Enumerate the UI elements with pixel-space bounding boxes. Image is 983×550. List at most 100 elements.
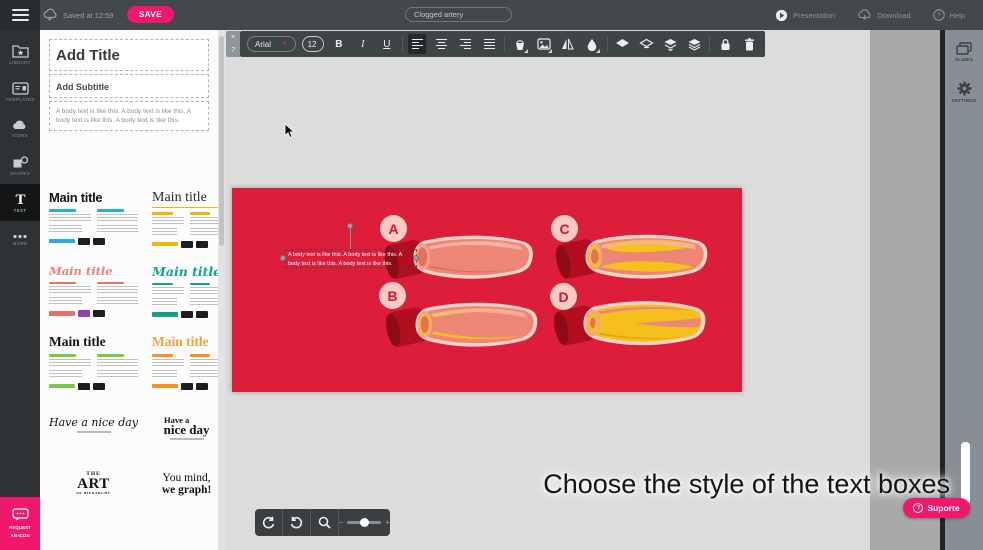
svg-text:T: T <box>15 192 25 206</box>
undo-button[interactable] <box>283 509 311 536</box>
flip-button[interactable] <box>559 34 577 54</box>
add-body-text-item[interactable]: A body text is like this. A body text is… <box>49 101 209 131</box>
download-button[interactable]: Download <box>857 9 910 22</box>
align-center-button[interactable] <box>432 34 450 54</box>
align-right-button[interactable] <box>456 34 474 54</box>
style-template-nice-day-stacked[interactable]: Have anice day <box>150 414 223 442</box>
style-template-script-pink[interactable]: Main title <box>47 262 140 321</box>
toolbar-close-button[interactable]: × <box>231 34 235 41</box>
send-to-back-button[interactable] <box>661 34 679 54</box>
style-template-the-art[interactable]: THEARTOF HIERARCHY <box>47 470 140 498</box>
cloud-download-icon <box>857 9 872 22</box>
add-subtitle-item[interactable]: Add Subtitle <box>49 74 209 98</box>
shapes-icon <box>12 156 29 169</box>
bring-forward-button[interactable] <box>613 34 631 54</box>
bring-to-front-button[interactable] <box>685 34 703 54</box>
resize-handle-right[interactable] <box>413 255 419 261</box>
align-left-icon <box>412 38 423 51</box>
zoom-in-button[interactable]: + <box>385 518 390 527</box>
font-family-select[interactable]: Arial ▼ <box>247 36 296 52</box>
italic-button[interactable]: I <box>354 34 372 54</box>
image-fill-button[interactable] <box>535 34 553 54</box>
style-template-you-mind[interactable]: You mind,we graph! <box>150 470 223 498</box>
layers-back-icon <box>663 38 678 51</box>
style-template-sans[interactable]: Main title <box>47 188 140 250</box>
bold-button[interactable]: B <box>330 34 348 54</box>
artery-illustration-c[interactable] <box>552 230 710 282</box>
opacity-button[interactable] <box>583 34 601 54</box>
templates-icon <box>12 82 29 95</box>
request-an-icon-button[interactable]: REQUESTAN ICON <box>0 497 40 550</box>
fill-color-button[interactable] <box>511 34 529 54</box>
sidebar-item-more[interactable]: MORE <box>0 221 40 258</box>
right-scrollbar-thumb[interactable] <box>961 442 970 504</box>
sidebar-item-icons[interactable]: ICONS <box>0 110 40 147</box>
paint-bucket-icon <box>513 38 527 51</box>
send-backward-button[interactable] <box>637 34 655 54</box>
slides-icon <box>956 42 972 55</box>
align-justify-icon <box>484 38 495 51</box>
label-b[interactable]: B <box>379 282 406 309</box>
presentation-button[interactable]: Presentation <box>775 9 835 22</box>
artery-illustration-b[interactable] <box>382 298 540 350</box>
lock-button[interactable] <box>716 34 734 54</box>
help-button[interactable]: ? Help <box>933 9 965 21</box>
zoom-out-button[interactable]: − <box>339 518 344 527</box>
align-justify-button[interactable] <box>480 34 498 54</box>
style-template-serif-orange[interactable]: Main title <box>150 332 223 392</box>
text-style-gallery: Main title Main title Main title Main ti… <box>47 188 215 498</box>
document-title-input[interactable] <box>405 7 512 22</box>
rotation-handle[interactable] <box>347 223 353 229</box>
align-left-button[interactable] <box>408 34 426 54</box>
cloud-save-icon <box>42 6 58 22</box>
panel-scrollbar[interactable] <box>218 30 225 550</box>
selected-textbox[interactable]: A body text is like this. A body text is… <box>285 249 417 268</box>
sidebar-item-text[interactable]: T TEXT <box>0 184 40 221</box>
help-icon: ? <box>933 9 945 21</box>
droplet-icon <box>586 38 598 51</box>
save-button[interactable]: SAVE <box>127 6 174 23</box>
zoom-slider-handle[interactable] <box>360 518 369 527</box>
align-right-icon <box>460 38 471 51</box>
font-size-control[interactable]: 12 px <box>302 36 324 52</box>
sidebar-item-library[interactable]: LIBRARY <box>0 36 40 73</box>
toolbar-help-button[interactable]: ? <box>231 47 235 54</box>
underline-button[interactable]: U <box>378 34 396 54</box>
label-c[interactable]: C <box>551 215 578 242</box>
style-template-script-teal[interactable]: Main title <box>150 262 223 321</box>
icons-cloud-icon <box>11 119 29 131</box>
delete-button[interactable] <box>740 34 758 54</box>
label-a[interactable]: A <box>380 215 407 242</box>
redo-button[interactable] <box>255 509 283 536</box>
hamburger-menu-button[interactable] <box>0 0 40 30</box>
gear-icon <box>957 81 972 96</box>
layer-up-icon <box>615 38 630 50</box>
style-template-serif-gold[interactable]: Main title <box>150 188 223 250</box>
layer-down-icon <box>639 38 654 50</box>
label-d[interactable]: D <box>550 283 577 310</box>
rotation-handle-line <box>350 229 351 249</box>
resize-handle-left[interactable] <box>280 255 286 261</box>
support-button[interactable]: ? Suporte <box>903 498 970 518</box>
design-canvas[interactable]: A body text is like this. A body text is… <box>232 188 742 392</box>
add-title-item[interactable]: Add Title <box>49 39 209 71</box>
redo-icon <box>262 516 275 529</box>
zoom-tool-button[interactable] <box>311 509 339 536</box>
question-circle-icon: ? <box>913 503 923 513</box>
style-template-nice-day-script[interactable]: Have a nice day <box>47 414 140 442</box>
style-template-serif-green[interactable]: Main title <box>47 332 140 392</box>
slides-button[interactable]: SLIDES <box>945 34 983 70</box>
lock-icon <box>720 38 731 51</box>
sidebar-item-templates[interactable]: TEMPLATES <box>0 73 40 110</box>
saved-status: Saved at 12:59 <box>63 11 113 20</box>
image-icon <box>537 38 551 50</box>
zoom-slider-track[interactable] <box>347 521 381 524</box>
svg-text:?: ? <box>937 12 941 19</box>
settings-button[interactable]: SETTINGS <box>945 74 983 110</box>
top-bar: Saved at 12:59 SAVE Presentation Downloa… <box>0 0 983 30</box>
undo-icon <box>290 516 303 529</box>
toolbar-tab: × ? <box>226 31 240 57</box>
play-icon <box>775 9 788 22</box>
zoom-slider[interactable]: − + <box>339 518 390 527</box>
sidebar-item-shapes[interactable]: SHAPES <box>0 147 40 184</box>
